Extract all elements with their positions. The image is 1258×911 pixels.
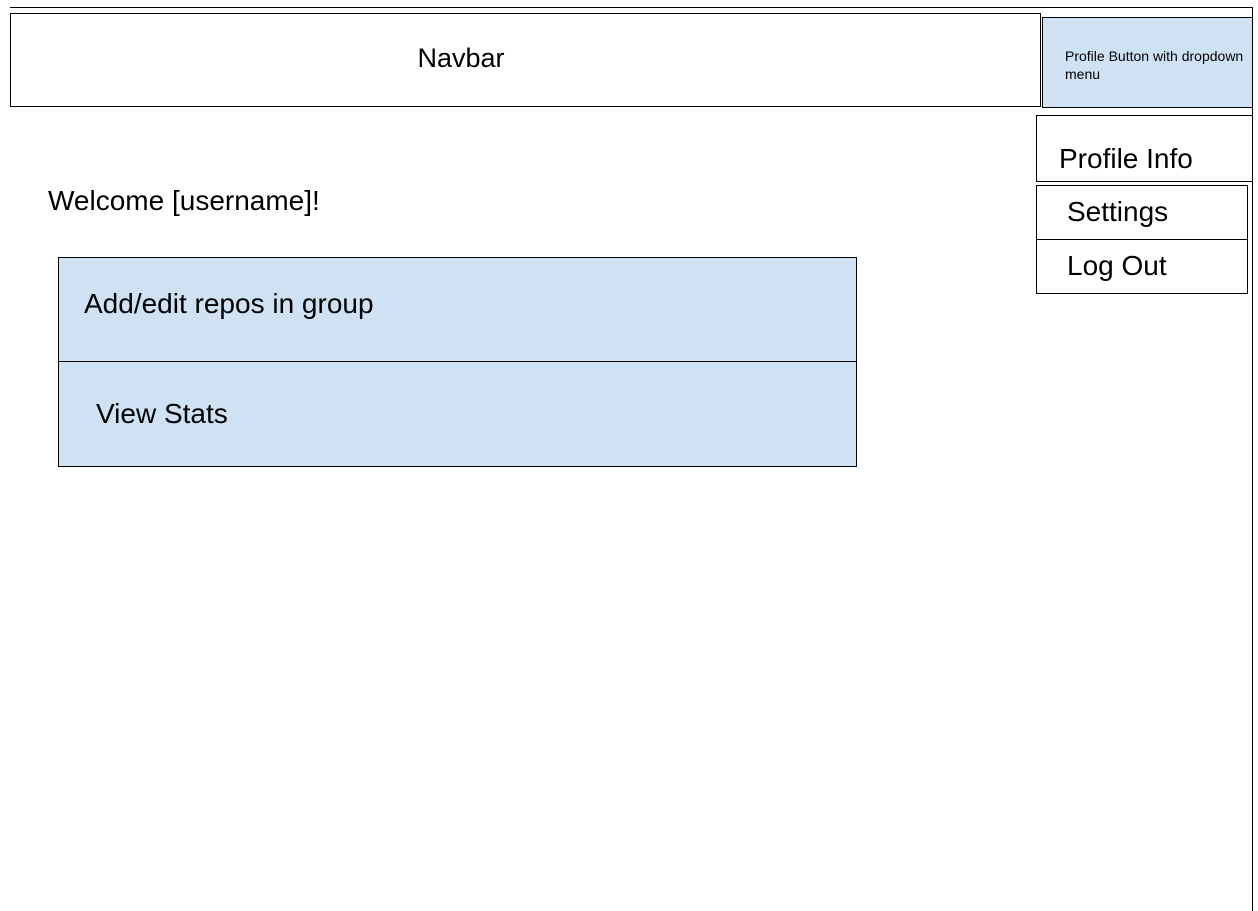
right-border-line — [1252, 7, 1253, 911]
dropdown-item-settings[interactable]: Settings — [1036, 185, 1248, 240]
dropdown-item-profile-info[interactable]: Profile Info — [1036, 115, 1252, 182]
add-edit-repos-button[interactable]: Add/edit repos in group — [58, 257, 857, 363]
add-edit-repos-label: Add/edit repos in group — [84, 288, 374, 319]
navbar: Navbar — [10, 13, 1041, 107]
view-stats-button[interactable]: View Stats — [58, 361, 857, 467]
view-stats-label: View Stats — [96, 398, 228, 429]
dropdown-item-label: Log Out — [1067, 250, 1167, 281]
welcome-message: Welcome [username]! — [48, 185, 320, 216]
dropdown-item-log-out[interactable]: Log Out — [1036, 239, 1248, 294]
profile-button-label: Profile Button with dropdown menu — [1065, 48, 1244, 82]
navbar-label: Navbar — [417, 43, 505, 73]
top-border-line — [10, 7, 1253, 8]
dropdown-item-label: Settings — [1067, 196, 1169, 227]
profile-button[interactable]: Profile Button with dropdown menu — [1042, 17, 1253, 108]
dropdown-item-label: Profile Info — [1059, 143, 1193, 174]
